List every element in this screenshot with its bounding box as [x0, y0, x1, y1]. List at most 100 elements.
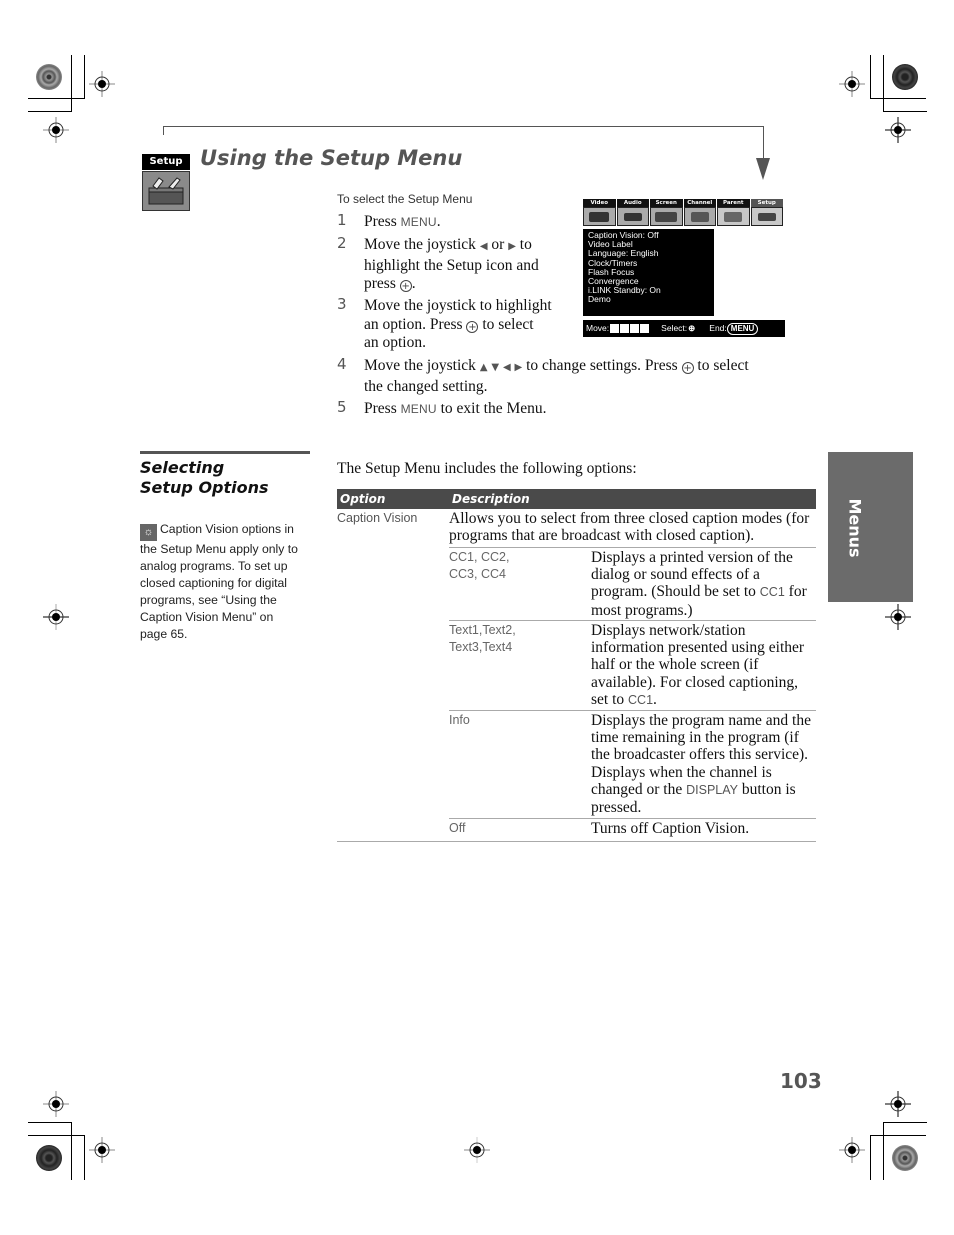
- up-arrow-icon: ▲: [479, 362, 488, 373]
- screen-icon: [650, 207, 683, 226]
- table-bottom-rule: [337, 841, 816, 842]
- text: to select: [482, 315, 534, 333]
- end-label: End:: [709, 323, 727, 333]
- text: to change settings. Press: [526, 357, 678, 374]
- inline-key: CC1: [628, 692, 654, 707]
- step-text: Move the joystick ◀ or ▶ to highlight th…: [364, 236, 539, 292]
- left-key-icon: [630, 324, 640, 333]
- crop-line: [870, 1135, 926, 1136]
- header-bracket: [163, 126, 164, 135]
- crop-line: [870, 98, 926, 99]
- crop-line: [870, 55, 871, 99]
- row-divider: [449, 818, 816, 819]
- tv-menu-icons: [583, 207, 783, 226]
- text: Turns off Caption Vision.: [591, 820, 750, 837]
- step-text: Move the joystick ▲ ▼ ◀ ▶ to change sett…: [364, 357, 814, 396]
- toolbox-icon: [142, 171, 190, 211]
- right-arrow-icon: ▶: [508, 241, 516, 252]
- registration-mark-icon: [885, 1091, 911, 1117]
- section-rule: [140, 451, 310, 454]
- step-number: 1: [337, 211, 347, 229]
- steps-subhead: To select the Setup Menu: [337, 192, 473, 206]
- color-rosette-icon: [892, 1145, 918, 1171]
- setup-icon: [750, 207, 783, 226]
- table-header: Option Description: [337, 489, 816, 509]
- registration-mark-icon: [464, 1137, 490, 1163]
- tv-menu-tabs: Video Audio Screen Channel Parent Setup: [583, 199, 783, 207]
- sub-option-description: Turns off Caption Vision.: [591, 820, 819, 837]
- crop-line: [883, 111, 927, 112]
- tip-text: Caption Vision options in the Setup Menu…: [140, 522, 298, 641]
- sub-option-description: Displays network/station information pre…: [591, 622, 819, 709]
- menu-key-label: MENU: [400, 215, 437, 229]
- right-arrow-icon: ▶: [514, 362, 523, 373]
- row-divider: [449, 710, 816, 711]
- text: Move the joystick: [364, 357, 476, 374]
- chapter-tab: [828, 452, 913, 602]
- tv-menu-list: Caption Vision: Off Video Label Language…: [583, 229, 714, 316]
- right-key-icon: [640, 324, 650, 333]
- registration-mark-icon: [839, 71, 865, 97]
- down-key-icon: [620, 324, 630, 333]
- registration-mark-icon: [885, 604, 911, 630]
- crop-line: [28, 111, 72, 112]
- tip-note: ☼ Caption Vision options in the Setup Men…: [140, 521, 300, 643]
- step-text: Press MENU to exit the Menu.: [364, 400, 547, 419]
- joystick-press-icon: +: [466, 320, 479, 333]
- tv-menu-footer: Move: Select: ⊕ End: MENU: [583, 320, 785, 337]
- tv-menu-item: Demo: [588, 294, 611, 305]
- option-name: Caption Vision: [337, 511, 418, 525]
- step-number: 4: [337, 355, 347, 373]
- tv-tab-channel: Channel: [683, 199, 716, 207]
- header-bracket: [763, 126, 764, 160]
- sub-option-name: CC1, CC2, CC3, CC4: [449, 550, 510, 581]
- heading-line: Setup Options: [140, 478, 269, 497]
- joystick-press-icon: ⊕: [688, 323, 696, 333]
- step-number: 5: [337, 398, 347, 416]
- text: to select: [697, 357, 749, 374]
- registration-mark-icon: [43, 604, 69, 630]
- inline-key: DISPLAY: [686, 782, 738, 797]
- sub-option-description: Displays a printed version of the dialog…: [591, 549, 819, 619]
- tv-tab-setup: Setup: [750, 199, 783, 207]
- section-badge: Setup: [142, 154, 190, 170]
- tv-tab-screen: Screen: [650, 199, 683, 207]
- up-key-icon: [610, 324, 620, 333]
- joystick-press-icon: +: [681, 362, 694, 374]
- registration-mark-icon: [839, 1137, 865, 1163]
- step-number: 3: [337, 295, 347, 313]
- column-header-option: Option: [340, 492, 386, 506]
- text: .: [653, 690, 657, 708]
- text: Displays network/station information pre…: [591, 622, 805, 708]
- crop-line: [71, 55, 72, 112]
- column-header-description: Description: [452, 492, 530, 506]
- joystick-press-icon: +: [399, 280, 412, 292]
- crop-line: [28, 1135, 84, 1136]
- text: press: [364, 275, 396, 292]
- crop-line: [84, 55, 85, 99]
- down-arrow-icon: ▼: [491, 362, 500, 373]
- text: Press: [364, 213, 401, 230]
- tv-menu-screenshot: Video Audio Screen Channel Parent Setup …: [583, 199, 785, 339]
- registration-mark-icon: [885, 117, 911, 143]
- text: Move the joystick to highlight: [364, 297, 552, 314]
- left-arrow-icon: ◀: [479, 241, 488, 252]
- select-label: Select:: [661, 323, 688, 333]
- row-divider: [449, 620, 816, 621]
- crop-line: [28, 1122, 72, 1123]
- header-bracket: [163, 126, 764, 127]
- page-number: 103: [780, 1069, 822, 1093]
- step-text: Move the joystick to highlight an option…: [364, 297, 579, 353]
- color-rosette-icon: [36, 1145, 62, 1171]
- sub-option-name: Off: [449, 821, 466, 835]
- chapter-tab-label: Menus: [845, 498, 865, 558]
- parent-icon: [717, 207, 750, 226]
- inline-key: CC1: [759, 585, 785, 600]
- tv-tab-parent: Parent: [717, 199, 750, 207]
- sub-option-name: Text1,Text2, Text3,Text4: [449, 623, 516, 654]
- channel-icon: [683, 207, 716, 226]
- left-arrow-icon: ◀: [502, 362, 511, 373]
- text: an option.: [364, 334, 426, 351]
- text: an option. Press: [364, 315, 463, 333]
- menu-key-icon: MENU: [726, 322, 759, 335]
